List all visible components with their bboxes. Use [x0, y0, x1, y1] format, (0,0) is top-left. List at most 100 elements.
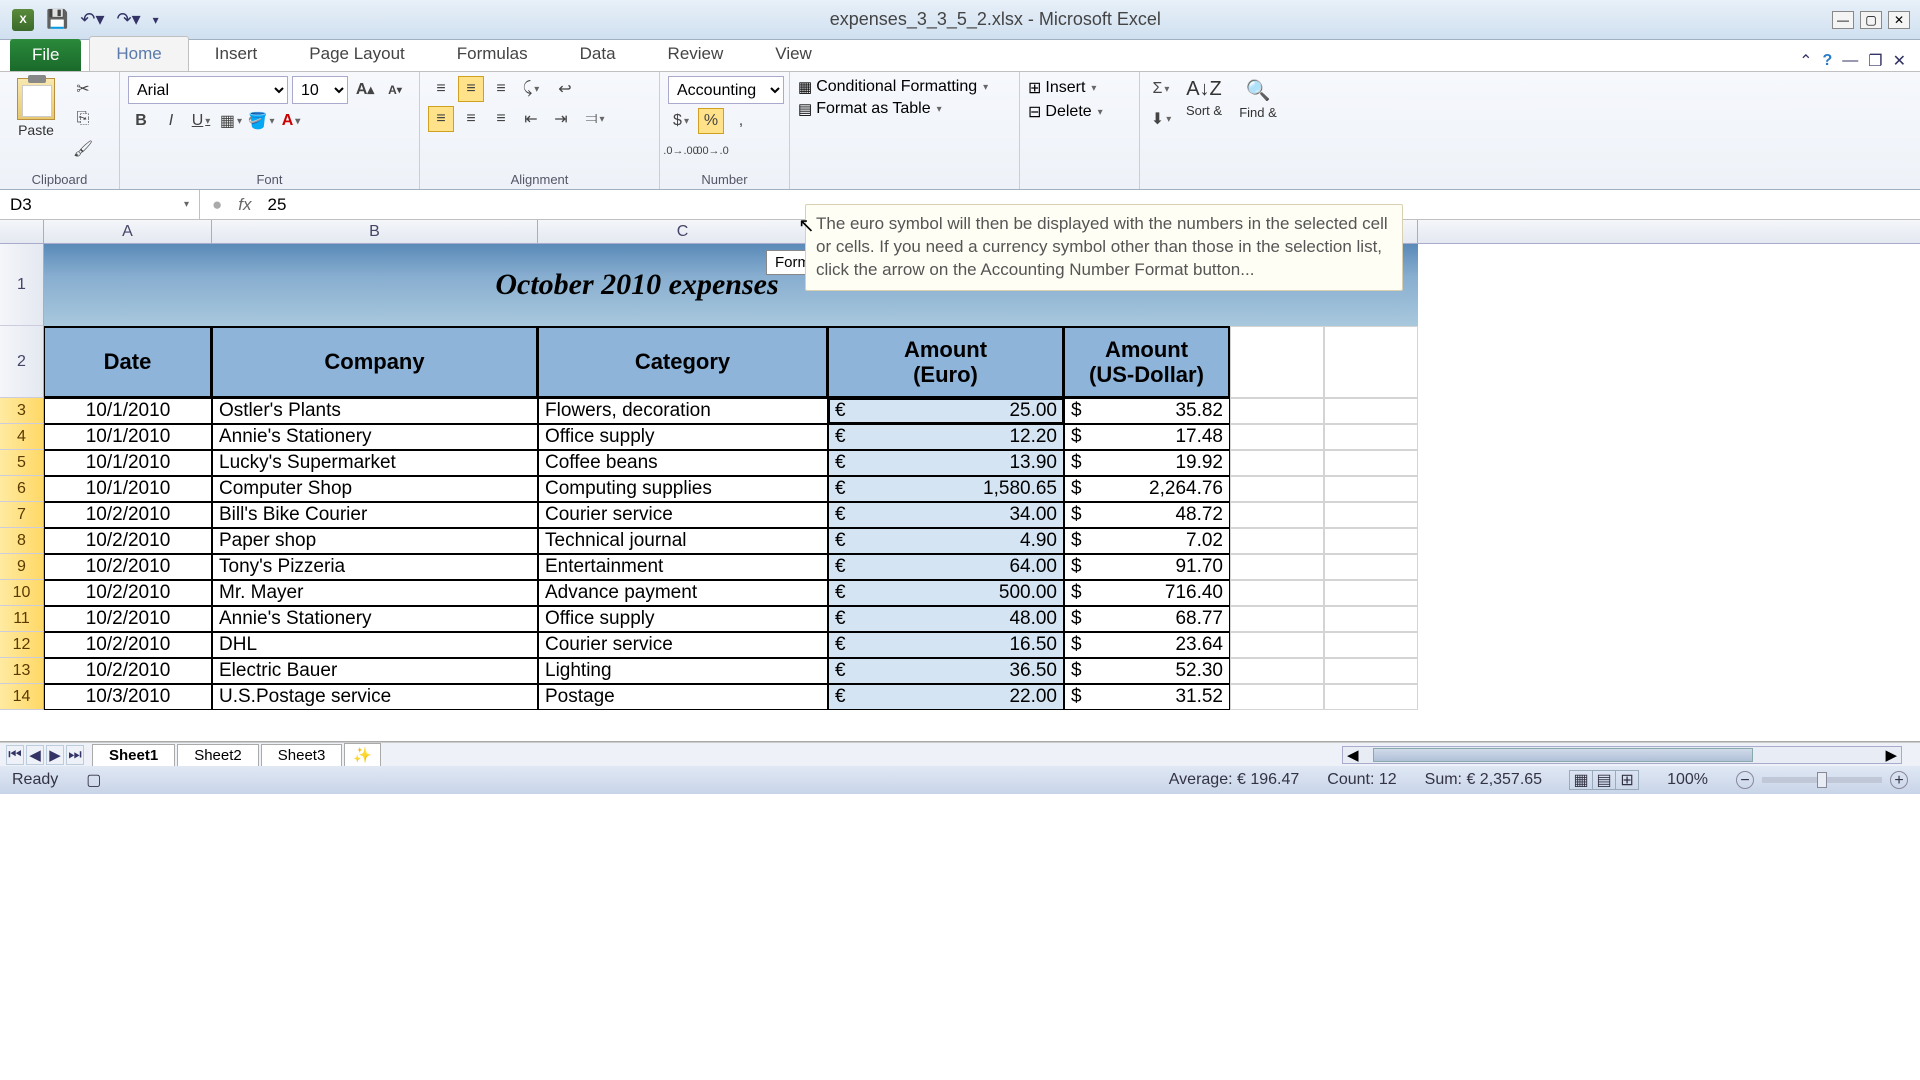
- first-sheet-icon[interactable]: ⏮: [6, 745, 24, 765]
- cell[interactable]: [1230, 424, 1324, 450]
- cell[interactable]: Amount(Euro): [828, 326, 1064, 398]
- cell[interactable]: $716.40: [1064, 580, 1230, 606]
- percent-icon[interactable]: %: [698, 108, 724, 134]
- cell[interactable]: Office supply: [538, 606, 828, 632]
- col-header-B[interactable]: B: [212, 220, 538, 243]
- tab-formulas[interactable]: Formulas: [431, 37, 554, 71]
- underline-button[interactable]: U▾: [188, 108, 214, 134]
- cell[interactable]: €13.90: [828, 450, 1064, 476]
- cell[interactable]: [1230, 476, 1324, 502]
- cell[interactable]: [1230, 658, 1324, 684]
- cell[interactable]: [1230, 684, 1324, 710]
- align-center-icon[interactable]: ≡: [458, 106, 484, 132]
- cell[interactable]: Annie's Stationery: [212, 606, 538, 632]
- find-select-button[interactable]: 🔍 Find &: [1234, 76, 1282, 120]
- row-header[interactable]: 9: [0, 554, 44, 580]
- cell[interactable]: [1230, 450, 1324, 476]
- row-header[interactable]: 7: [0, 502, 44, 528]
- cell[interactable]: Office supply: [538, 424, 828, 450]
- cell[interactable]: [1324, 476, 1418, 502]
- row-header[interactable]: 3: [0, 398, 44, 424]
- zoom-slider[interactable]: [1762, 777, 1882, 783]
- zoom-level[interactable]: 100%: [1667, 771, 1708, 789]
- col-header-C[interactable]: C: [538, 220, 828, 243]
- cell[interactable]: $19.92: [1064, 450, 1230, 476]
- cell[interactable]: [1230, 326, 1324, 398]
- conditional-formatting-button[interactable]: ▦ Conditional Formatting▾: [798, 78, 988, 96]
- cell[interactable]: $35.82: [1064, 398, 1230, 424]
- cell[interactable]: 10/2/2010: [44, 554, 212, 580]
- copy-icon[interactable]: ⎘: [70, 106, 96, 132]
- cell[interactable]: 10/2/2010: [44, 502, 212, 528]
- cell[interactable]: €22.00: [828, 684, 1064, 710]
- cell[interactable]: $23.64: [1064, 632, 1230, 658]
- cell[interactable]: 10/3/2010: [44, 684, 212, 710]
- format-painter-icon[interactable]: 🖌: [70, 136, 96, 162]
- format-as-table-button[interactable]: ▤ Format as Table▾: [798, 100, 942, 118]
- cell[interactable]: [1230, 528, 1324, 554]
- minimize-button[interactable]: —: [1832, 11, 1854, 29]
- align-top-icon[interactable]: ≡: [428, 76, 454, 102]
- zoom-in-icon[interactable]: +: [1890, 771, 1908, 789]
- sheet-tab-3[interactable]: Sheet3: [261, 744, 343, 766]
- cell[interactable]: €12.20: [828, 424, 1064, 450]
- workbook-minimize-icon[interactable]: —: [1842, 52, 1858, 70]
- col-header-A[interactable]: A: [44, 220, 212, 243]
- cell[interactable]: Postage: [538, 684, 828, 710]
- row-header[interactable]: 5: [0, 450, 44, 476]
- cell[interactable]: [1324, 326, 1418, 398]
- cell[interactable]: $31.52: [1064, 684, 1230, 710]
- cell[interactable]: 10/1/2010: [44, 450, 212, 476]
- spreadsheet-grid[interactable]: A B C D E F G 1October 2010 expenses2Dat…: [0, 220, 1920, 742]
- excel-icon[interactable]: X: [12, 9, 34, 31]
- cell[interactable]: 10/2/2010: [44, 606, 212, 632]
- cell[interactable]: Category: [538, 326, 828, 398]
- row-header[interactable]: 12: [0, 632, 44, 658]
- cell[interactable]: [1230, 398, 1324, 424]
- cell[interactable]: Lighting: [538, 658, 828, 684]
- row-header[interactable]: 1: [0, 244, 44, 326]
- grow-font-icon[interactable]: A▴: [352, 77, 378, 103]
- cell[interactable]: €25.00: [828, 398, 1064, 424]
- align-middle-icon[interactable]: ≡: [458, 76, 484, 102]
- cut-icon[interactable]: ✂: [70, 76, 96, 102]
- cell[interactable]: 10/2/2010: [44, 580, 212, 606]
- new-sheet-icon[interactable]: ✨: [344, 743, 381, 766]
- cell[interactable]: Electric Bauer: [212, 658, 538, 684]
- merge-center-icon[interactable]: ⫤▾: [578, 106, 612, 132]
- cell[interactable]: €64.00: [828, 554, 1064, 580]
- cell[interactable]: Flowers, decoration: [538, 398, 828, 424]
- cell[interactable]: €500.00: [828, 580, 1064, 606]
- increase-decimal-icon[interactable]: .0→.00: [668, 138, 694, 164]
- cell[interactable]: Bill's Bike Courier: [212, 502, 538, 528]
- redo-icon[interactable]: ↷▾: [117, 9, 141, 30]
- row-header[interactable]: 4: [0, 424, 44, 450]
- cell[interactable]: [1324, 424, 1418, 450]
- fill-icon[interactable]: ⬇▾: [1148, 106, 1174, 132]
- cell[interactable]: €16.50: [828, 632, 1064, 658]
- cell[interactable]: Mr. Mayer: [212, 580, 538, 606]
- cell[interactable]: $17.48: [1064, 424, 1230, 450]
- workbook-restore-icon[interactable]: ❐: [1868, 51, 1882, 71]
- last-sheet-icon[interactable]: ⏭: [66, 745, 84, 765]
- font-color-button[interactable]: A▾: [278, 108, 304, 134]
- row-header[interactable]: 11: [0, 606, 44, 632]
- minimize-ribbon-icon[interactable]: ⌃: [1799, 51, 1812, 71]
- bold-button[interactable]: B: [128, 108, 154, 134]
- tab-file[interactable]: File: [10, 39, 81, 71]
- cell[interactable]: €4.90: [828, 528, 1064, 554]
- cell[interactable]: €48.00: [828, 606, 1064, 632]
- cell[interactable]: 10/2/2010: [44, 632, 212, 658]
- wrap-text-icon[interactable]: ↩: [548, 76, 582, 102]
- cell[interactable]: DHL: [212, 632, 538, 658]
- cell[interactable]: Company: [212, 326, 538, 398]
- cell[interactable]: 10/1/2010: [44, 424, 212, 450]
- font-name-select[interactable]: Arial: [128, 76, 288, 104]
- decrease-indent-icon[interactable]: ⇤: [518, 106, 544, 132]
- row-header[interactable]: 2: [0, 326, 44, 398]
- row-header[interactable]: 8: [0, 528, 44, 554]
- delete-cells-button[interactable]: ⊟ Delete▾: [1028, 102, 1103, 122]
- italic-button[interactable]: I: [158, 108, 184, 134]
- zoom-out-icon[interactable]: −: [1736, 771, 1754, 789]
- cell[interactable]: [1230, 606, 1324, 632]
